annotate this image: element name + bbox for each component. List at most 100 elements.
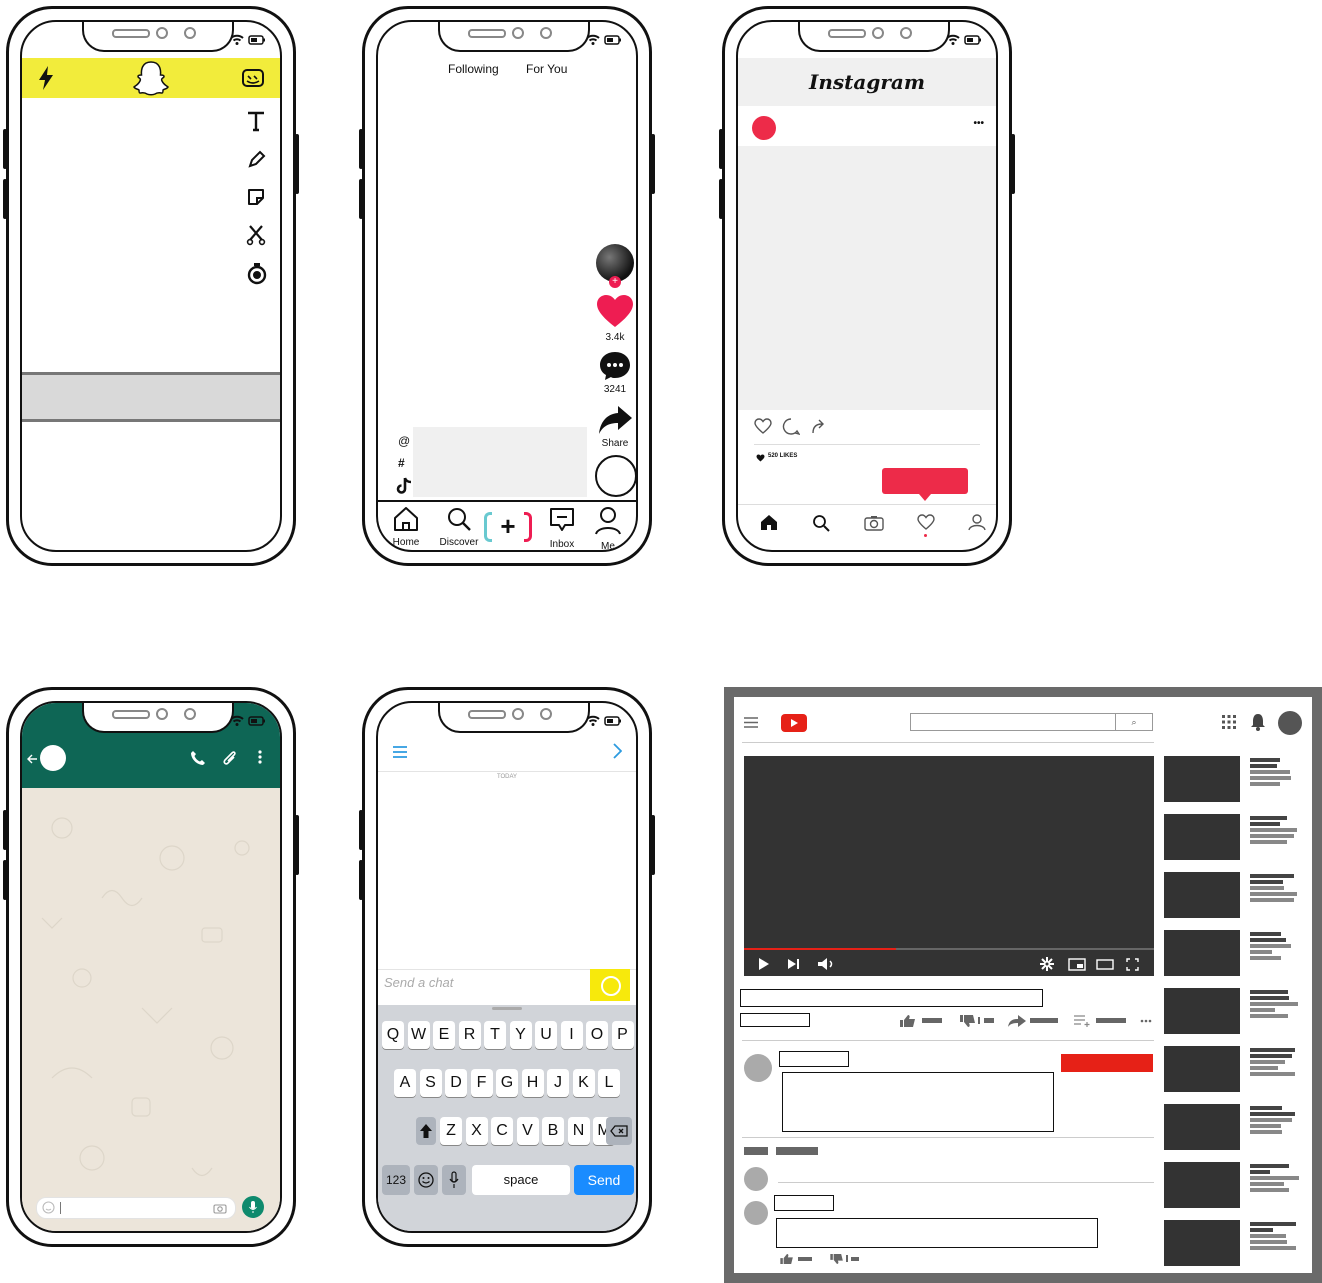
home-icon[interactable] (760, 514, 778, 531)
next-icon[interactable] (788, 959, 800, 969)
key-b[interactable]: B (542, 1117, 564, 1145)
key-o[interactable]: O (586, 1021, 608, 1049)
timer-icon[interactable] (246, 262, 268, 286)
key-c[interactable]: C (491, 1117, 513, 1145)
commenter-avatar[interactable] (744, 1167, 768, 1191)
space-key[interactable]: space (472, 1165, 570, 1195)
thumbs-up-icon[interactable] (900, 1015, 916, 1027)
key-w[interactable]: W (407, 1021, 430, 1049)
pencil-icon[interactable] (246, 150, 266, 170)
nav-home[interactable]: Home (388, 506, 424, 548)
key-p[interactable]: P (611, 1021, 634, 1049)
recommended-video-thumbnail[interactable] (1164, 814, 1240, 860)
recommended-video-thumbnail[interactable] (1164, 872, 1240, 918)
like-icon[interactable] (754, 418, 772, 434)
activity-heart-icon[interactable] (917, 514, 935, 530)
emoji-icon[interactable] (42, 1201, 55, 1214)
key-e[interactable]: E (433, 1021, 455, 1049)
chat-input[interactable]: Send a chat (384, 975, 453, 990)
thumbs-down-icon[interactable] (960, 1015, 976, 1027)
comment-like-icon[interactable] (780, 1254, 794, 1264)
hamburger-icon[interactable] (744, 717, 758, 728)
search-input[interactable] (910, 713, 1116, 731)
back-arrow-icon[interactable] (26, 753, 38, 765)
recommended-video-thumbnail[interactable] (1164, 1220, 1240, 1266)
add-comment-input[interactable] (778, 1182, 1154, 1183)
shift-key[interactable] (416, 1117, 436, 1145)
fullscreen-icon[interactable] (1126, 958, 1139, 971)
post-author-avatar[interactable] (752, 116, 776, 140)
key-a[interactable]: A (394, 1069, 416, 1097)
snap-capture-button[interactable] (590, 969, 630, 1001)
channel-avatar[interactable] (744, 1054, 772, 1082)
settings-gear-icon[interactable] (1040, 957, 1054, 971)
more-horiz-icon[interactable] (1140, 1019, 1152, 1023)
text-tool-icon[interactable] (246, 110, 266, 132)
subscribe-button[interactable] (1061, 1054, 1153, 1072)
comment-icon[interactable] (598, 350, 632, 382)
commenter-avatar[interactable] (744, 1201, 768, 1225)
key-d[interactable]: D (445, 1069, 467, 1097)
recommended-video-thumbnail[interactable] (1164, 756, 1240, 802)
notification-bell-icon[interactable] (1250, 713, 1266, 731)
play-icon[interactable] (758, 958, 770, 970)
backspace-key[interactable] (606, 1117, 632, 1145)
key-h[interactable]: H (521, 1069, 544, 1097)
phone-call-icon[interactable] (190, 750, 206, 766)
contact-avatar[interactable] (40, 745, 66, 771)
recommended-video-thumbnail[interactable] (1164, 1104, 1240, 1150)
key-u[interactable]: U (535, 1021, 557, 1049)
account-avatar[interactable] (1278, 711, 1302, 735)
tab-following[interactable]: Following (448, 62, 499, 76)
search-button[interactable]: ⌕ (1115, 713, 1153, 731)
recommended-video-thumbnail[interactable] (1164, 1046, 1240, 1092)
key-j[interactable]: J (547, 1069, 569, 1097)
camera-icon[interactable] (213, 1203, 227, 1214)
scissors-icon[interactable] (246, 224, 266, 246)
tab-for-you[interactable]: For You (526, 62, 567, 76)
sticker-icon[interactable] (246, 187, 266, 207)
key-g[interactable]: G (496, 1069, 518, 1097)
key-q[interactable]: Q (382, 1021, 404, 1049)
message-input[interactable] (36, 1197, 236, 1219)
heart-icon[interactable] (596, 294, 634, 328)
send-key[interactable]: Send (574, 1165, 634, 1195)
volume-icon[interactable] (818, 958, 836, 970)
video-player[interactable] (744, 756, 1154, 976)
camera-icon[interactable] (864, 515, 884, 531)
activity-notification[interactable] (882, 468, 968, 494)
flip-camera-icon[interactable] (240, 66, 266, 90)
key-k[interactable]: K (572, 1069, 595, 1097)
share-icon[interactable] (1008, 1015, 1026, 1027)
post-image[interactable] (738, 146, 996, 410)
mic-button[interactable] (242, 1196, 264, 1218)
flash-icon[interactable] (36, 65, 56, 91)
caption-bar[interactable] (22, 372, 280, 422)
key-v[interactable]: V (516, 1117, 539, 1145)
recommended-video-thumbnail[interactable] (1164, 930, 1240, 976)
key-x[interactable]: X (465, 1117, 488, 1145)
key-i[interactable]: I (560, 1021, 583, 1049)
create-button[interactable]: + (484, 512, 532, 542)
numbers-key[interactable]: 123 (382, 1165, 410, 1195)
miniplayer-icon[interactable] (1068, 958, 1086, 971)
post-more-icon[interactable]: ••• (973, 118, 984, 129)
menu-icon[interactable] (392, 745, 408, 759)
recommended-video-thumbnail[interactable] (1164, 1162, 1240, 1208)
attach-icon[interactable] (222, 749, 238, 767)
music-disc[interactable] (595, 455, 636, 497)
key-r[interactable]: R (458, 1021, 481, 1049)
key-y[interactable]: Y (509, 1021, 532, 1049)
more-vert-icon[interactable] (258, 750, 262, 764)
key-s[interactable]: S (419, 1069, 442, 1097)
share-icon[interactable] (598, 404, 634, 436)
comment-dislike-icon[interactable] (830, 1254, 844, 1264)
nav-me[interactable]: Me (590, 506, 626, 550)
add-to-playlist-icon[interactable] (1074, 1015, 1092, 1027)
dictation-key[interactable] (442, 1165, 466, 1195)
follow-plus-icon[interactable]: + (609, 276, 621, 288)
apps-grid-icon[interactable] (1222, 715, 1236, 729)
comment-icon[interactable] (782, 418, 800, 435)
key-n[interactable]: N (567, 1117, 590, 1145)
recommended-video-thumbnail[interactable] (1164, 988, 1240, 1034)
